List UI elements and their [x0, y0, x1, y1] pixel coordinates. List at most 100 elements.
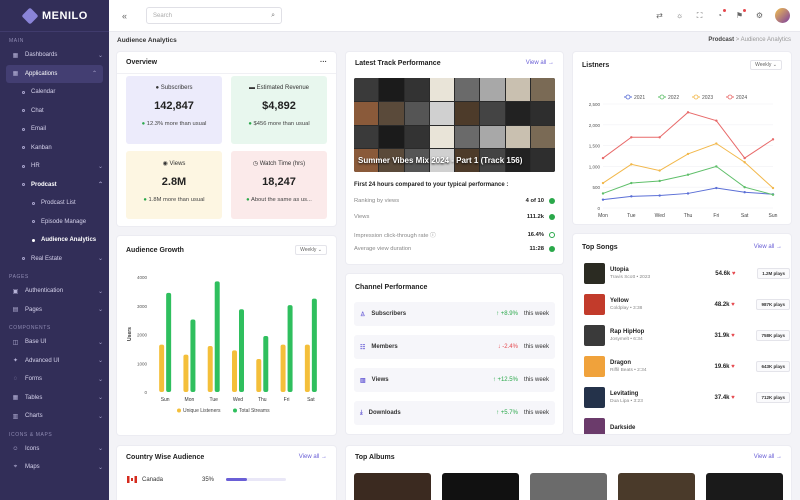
- sidebar-item-real-estate[interactable]: Real Estate ⌄: [0, 250, 109, 269]
- sidebar-item-authentication[interactable]: ▣ Authentication ⌄: [0, 282, 109, 301]
- notification-bell-icon[interactable]: ◔: [715, 9, 726, 20]
- album-cover[interactable]: [706, 473, 783, 500]
- data-point: [686, 192, 690, 195]
- country-name: Canada: [142, 476, 164, 483]
- song-row[interactable]: Utopia Travis Scott • 2023 54.6k ♥ 1.2M pla…: [584, 262, 790, 285]
- sidebar-item-applications[interactable]: ▦ Applications ⌃: [6, 64, 103, 83]
- search-input[interactable]: Search ⌕: [146, 7, 282, 24]
- song-info: Utopia Travis Scott • 2023: [610, 267, 715, 280]
- perf-label: Ranking by views: [354, 198, 400, 204]
- listeners-title: Listners: [582, 61, 610, 69]
- chevron-down-icon: ⌄: [97, 288, 103, 295]
- data-point: [686, 152, 690, 156]
- legend-swatch: [177, 408, 181, 413]
- sidebar-item-episode-manage[interactable]: Episode Manage: [0, 213, 109, 232]
- sidebar-item-dashboards[interactable]: ▦ Dashboards ⌄: [0, 46, 109, 65]
- track-thumbnail[interactable]: Summer Vibes Mix 2024 - Part 1 (Track 15…: [354, 78, 555, 172]
- tile-label: Watch Time (hrs): [259, 161, 306, 167]
- legend-label: 2022: [668, 95, 679, 101]
- song-row[interactable]: Darkside: [584, 417, 790, 434]
- arrow-up-icon: ●: [248, 121, 252, 127]
- x-tick-label: Sat: [307, 397, 315, 403]
- more-options-icon[interactable]: ···: [320, 59, 327, 66]
- tile-sub: $456 more than usual: [253, 121, 310, 127]
- sidebar-item-hr[interactable]: HR ⌄: [0, 157, 109, 176]
- channel-row-members[interactable]: ☷ Members ↓ -2.4% this week: [354, 335, 555, 359]
- album-art: [584, 325, 605, 346]
- breadcrumb-root[interactable]: Prodcast: [708, 37, 734, 43]
- period-dropdown[interactable]: Weekly ⌄: [295, 245, 327, 255]
- channel-change: ↓ -2.4%: [497, 344, 518, 350]
- user-avatar[interactable]: [775, 8, 790, 23]
- song-row[interactable]: Levitating Dua Lipa • 3:23 37.4k ♥ 712K pla…: [584, 386, 790, 409]
- brand-name: MENILO: [42, 9, 88, 22]
- audience-growth-title: Audience Growth: [126, 246, 184, 254]
- track-title: Summer Vibes Mix 2024 - Part 1 (Track 15…: [358, 156, 523, 165]
- bullet-icon: [32, 238, 35, 242]
- song-row[interactable]: Dragon Riffil Beats • 2:34 19.6k ♥ 643K pla…: [584, 355, 790, 378]
- fullscreen-icon[interactable]: ⛶: [695, 11, 704, 20]
- data-point: [601, 198, 605, 201]
- bar-total-streams: [166, 292, 172, 392]
- sidebar-item-tables[interactable]: ▦ Tables ⌄: [0, 389, 109, 408]
- song-row[interactable]: Rap HipHop Josymelt • 6:34 31.9k ♥ 758K pla…: [584, 324, 790, 347]
- view-all-link[interactable]: View all →: [754, 454, 782, 460]
- song-title: Utopia: [610, 267, 629, 273]
- period-dropdown[interactable]: Weekly ⌄: [750, 60, 782, 70]
- chevron-down-icon: ⌄: [97, 163, 103, 170]
- sidebar-item-base-ui[interactable]: ◫ Base UI ⌄: [0, 333, 109, 352]
- channel-row-views[interactable]: ▥ Views ↑ +12.5% this week: [354, 368, 555, 392]
- theme-toggle-icon[interactable]: ☼: [675, 11, 684, 20]
- legend-label: 2024: [736, 95, 747, 101]
- sidebar-item-chat[interactable]: Chat: [0, 102, 109, 121]
- song-row[interactable]: Yellow Coldplay • 3:38 48.2k ♥ 987K plays: [584, 293, 790, 316]
- likes-count: 31.9k: [714, 332, 732, 339]
- perf-value: 4 of 10: [525, 198, 544, 204]
- sidebar-item-advanced-ui[interactable]: ✦ Advanced UI ⌄: [0, 352, 109, 371]
- brand-logo[interactable]: MENILO: [0, 0, 109, 32]
- tile-value: 2.8M: [161, 176, 187, 188]
- view-all-link[interactable]: View all →: [299, 454, 327, 460]
- sidebar-item-maps[interactable]: ⌖ Maps ⌄: [0, 458, 109, 477]
- country-progress-bar: [226, 478, 287, 481]
- view-all-link[interactable]: View all →: [526, 60, 554, 66]
- sidebar-item-prodcast-list[interactable]: Prodcast List: [0, 194, 109, 213]
- status-up-icon: [549, 214, 555, 220]
- data-point: [658, 136, 661, 139]
- album-cover[interactable]: [354, 473, 431, 500]
- sidebar-item-email[interactable]: Email: [0, 120, 109, 139]
- collapse-sidebar-icon[interactable]: «: [122, 11, 136, 21]
- x-tick-label: Mon: [598, 213, 608, 219]
- latest-track-title: Latest Track Performance: [355, 59, 441, 67]
- bookmark-icon[interactable]: ⚑: [735, 9, 746, 20]
- bar-total-streams: [214, 281, 220, 392]
- sidebar-item-prodcast[interactable]: Prodcast ⌃: [0, 176, 109, 195]
- sidebar-item-pages[interactable]: ▤ Pages ⌄: [0, 301, 109, 320]
- album-cover[interactable]: [530, 473, 607, 500]
- album-cover[interactable]: [618, 473, 695, 500]
- translate-icon[interactable]: ⇄: [655, 11, 664, 20]
- legend-swatch: [233, 408, 237, 413]
- y-tick-label: 2000: [137, 333, 148, 338]
- data-point: [630, 181, 633, 185]
- check-icon: ●: [246, 197, 250, 203]
- view-all-link[interactable]: View all →: [754, 244, 782, 250]
- collage-tile: [379, 78, 404, 101]
- bookmark-badge: [743, 9, 746, 12]
- sidebar-item-kanban[interactable]: Kanban: [0, 139, 109, 158]
- y-tick-label: 4000: [137, 275, 148, 280]
- sidebar-item-icons[interactable]: ☺ Icons ⌄: [0, 440, 109, 459]
- album-cover[interactable]: [442, 473, 519, 500]
- channel-period: this week: [523, 344, 549, 350]
- latest-track-card: Latest Track Performance View all → Summe…: [346, 52, 563, 264]
- bar-unique-listeners: [183, 354, 189, 392]
- sidebar-item-charts[interactable]: ▥ Charts ⌄: [0, 407, 109, 426]
- settings-gear-icon[interactable]: ⚙: [755, 11, 764, 20]
- tile-sub: 1.8M more than usual: [148, 197, 205, 203]
- sidebar-item-audience-analytics[interactable]: Audience Analytics: [0, 231, 109, 250]
- channel-row-subscribers[interactable]: ♙ Subscribers ↑ +8.9% this week: [354, 302, 555, 326]
- tile-label: Subscribers: [160, 85, 193, 91]
- channel-row-downloads[interactable]: ⤓ Downloads ↑ +5.7% this week: [354, 401, 555, 425]
- sidebar-item-forms[interactable]: ◌ Forms ⌄: [0, 370, 109, 389]
- sidebar-item-calendar[interactable]: Calendar: [0, 83, 109, 102]
